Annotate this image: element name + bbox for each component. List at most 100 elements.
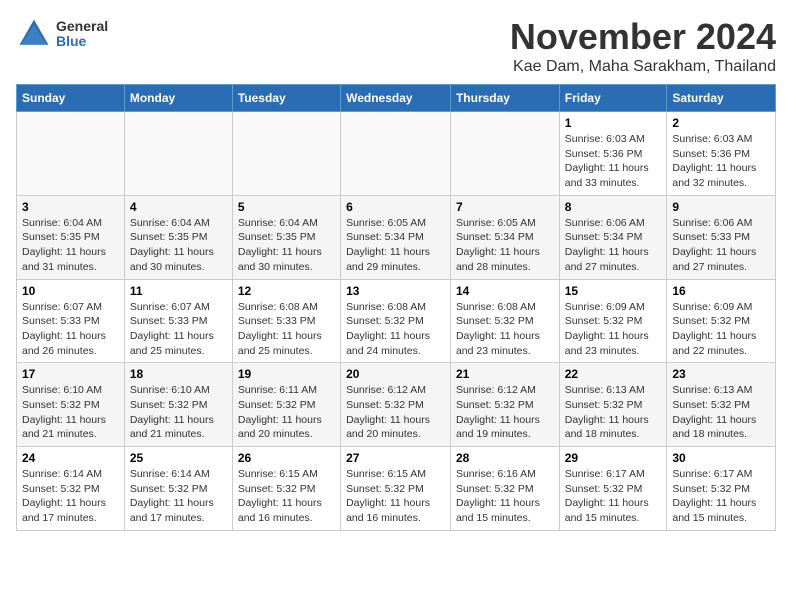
day-info: Sunrise: 6:12 AM Sunset: 5:32 PM Dayligh… [456, 383, 554, 442]
day-number: 17 [22, 367, 119, 381]
calendar-cell: 1 Sunrise: 6:03 AM Sunset: 5:36 PM Daylig… [559, 112, 667, 196]
page-header: General Blue November 2024 Kae Dam, Maha… [16, 16, 776, 76]
logo-text: General Blue [56, 19, 108, 50]
day-info: Sunrise: 6:09 AM Sunset: 5:32 PM Dayligh… [672, 300, 770, 359]
day-number: 20 [346, 367, 445, 381]
calendar-cell: 4 Sunrise: 6:04 AM Sunset: 5:35 PM Daylig… [124, 195, 232, 279]
calendar-week-row: 17 Sunrise: 6:10 AM Sunset: 5:32 PM Dayli… [17, 363, 776, 447]
day-number: 23 [672, 367, 770, 381]
day-info: Sunrise: 6:12 AM Sunset: 5:32 PM Dayligh… [346, 383, 445, 442]
day-number: 15 [565, 284, 662, 298]
calendar-cell: 17 Sunrise: 6:10 AM Sunset: 5:32 PM Dayli… [17, 363, 125, 447]
day-info: Sunrise: 6:08 AM Sunset: 5:32 PM Dayligh… [346, 300, 445, 359]
calendar-cell: 19 Sunrise: 6:11 AM Sunset: 5:32 PM Dayli… [232, 363, 340, 447]
calendar-cell [124, 112, 232, 196]
month-title: November 2024 [510, 16, 776, 58]
calendar-cell: 24 Sunrise: 6:14 AM Sunset: 5:32 PM Dayli… [17, 447, 125, 531]
day-info: Sunrise: 6:07 AM Sunset: 5:33 PM Dayligh… [22, 300, 119, 359]
calendar-cell [341, 112, 451, 196]
calendar-cell: 16 Sunrise: 6:09 AM Sunset: 5:32 PM Dayli… [667, 279, 776, 363]
day-info: Sunrise: 6:15 AM Sunset: 5:32 PM Dayligh… [346, 467, 445, 526]
calendar-col-header: Tuesday [232, 85, 340, 112]
day-info: Sunrise: 6:17 AM Sunset: 5:32 PM Dayligh… [672, 467, 770, 526]
calendar-cell: 27Sunrise: 6:15 AM Sunset: 5:32 PM Dayli… [341, 447, 451, 531]
day-info: Sunrise: 6:03 AM Sunset: 5:36 PM Dayligh… [565, 132, 662, 191]
day-info: Sunrise: 6:11 AM Sunset: 5:32 PM Dayligh… [238, 383, 335, 442]
day-number: 19 [238, 367, 335, 381]
calendar-cell: 10 Sunrise: 6:07 AM Sunset: 5:33 PM Dayli… [17, 279, 125, 363]
calendar-cell: 21 Sunrise: 6:12 AM Sunset: 5:32 PM Dayli… [450, 363, 559, 447]
calendar-week-row: 24 Sunrise: 6:14 AM Sunset: 5:32 PM Dayli… [17, 447, 776, 531]
calendar-cell [232, 112, 340, 196]
calendar-col-header: Thursday [450, 85, 559, 112]
logo-icon [16, 16, 52, 52]
location: Kae Dam, Maha Sarakham, Thailand [510, 58, 776, 76]
day-number: 7 [456, 200, 554, 214]
calendar-week-row: 3 Sunrise: 6:04 AM Sunset: 5:35 PM Daylig… [17, 195, 776, 279]
day-number: 4 [130, 200, 227, 214]
day-number: 13 [346, 284, 445, 298]
calendar-cell: 3 Sunrise: 6:04 AM Sunset: 5:35 PM Daylig… [17, 195, 125, 279]
title-block: November 2024 Kae Dam, Maha Sarakham, Th… [510, 16, 776, 76]
calendar-cell: 29Sunrise: 6:17 AM Sunset: 5:32 PM Dayli… [559, 447, 667, 531]
day-info: Sunrise: 6:15 AM Sunset: 5:32 PM Dayligh… [238, 467, 335, 526]
calendar-cell: 26 Sunrise: 6:15 AM Sunset: 5:32 PM Dayli… [232, 447, 340, 531]
day-number: 26 [238, 451, 335, 465]
calendar-week-row: 1 Sunrise: 6:03 AM Sunset: 5:36 PM Daylig… [17, 112, 776, 196]
day-number: 2 [672, 116, 770, 130]
day-info: Sunrise: 6:10 AM Sunset: 5:32 PM Dayligh… [130, 383, 227, 442]
calendar-cell: 14 Sunrise: 6:08 AM Sunset: 5:32 PM Dayli… [450, 279, 559, 363]
calendar-cell: 20 Sunrise: 6:12 AM Sunset: 5:32 PM Dayli… [341, 363, 451, 447]
calendar-week-row: 10 Sunrise: 6:07 AM Sunset: 5:33 PM Dayli… [17, 279, 776, 363]
day-info: Sunrise: 6:10 AM Sunset: 5:32 PM Dayligh… [22, 383, 119, 442]
day-number: 16 [672, 284, 770, 298]
calendar-cell: 13 Sunrise: 6:08 AM Sunset: 5:32 PM Dayli… [341, 279, 451, 363]
day-info: Sunrise: 6:17 AM Sunset: 5:32 PM Dayligh… [565, 467, 662, 526]
day-number: 18 [130, 367, 227, 381]
logo-blue: Blue [56, 34, 108, 49]
calendar-cell: 2Sunrise: 6:03 AM Sunset: 5:36 PM Daylig… [667, 112, 776, 196]
calendar-cell: 28Sunrise: 6:16 AM Sunset: 5:32 PM Dayli… [450, 447, 559, 531]
day-info: Sunrise: 6:09 AM Sunset: 5:32 PM Dayligh… [565, 300, 662, 359]
calendar-cell: 22 Sunrise: 6:13 AM Sunset: 5:32 PM Dayli… [559, 363, 667, 447]
day-number: 5 [238, 200, 335, 214]
calendar-cell: 9 Sunrise: 6:06 AM Sunset: 5:33 PM Daylig… [667, 195, 776, 279]
logo: General Blue [16, 16, 108, 52]
day-number: 8 [565, 200, 662, 214]
day-info: Sunrise: 6:14 AM Sunset: 5:32 PM Dayligh… [22, 467, 119, 526]
day-info: Sunrise: 6:07 AM Sunset: 5:33 PM Dayligh… [130, 300, 227, 359]
day-number: 22 [565, 367, 662, 381]
day-info: Sunrise: 6:04 AM Sunset: 5:35 PM Dayligh… [130, 216, 227, 275]
day-number: 12 [238, 284, 335, 298]
day-number: 1 [565, 116, 662, 130]
calendar-cell: 18 Sunrise: 6:10 AM Sunset: 5:32 PM Dayli… [124, 363, 232, 447]
calendar-cell [17, 112, 125, 196]
day-info: Sunrise: 6:13 AM Sunset: 5:32 PM Dayligh… [672, 383, 770, 442]
day-info: Sunrise: 6:05 AM Sunset: 5:34 PM Dayligh… [346, 216, 445, 275]
day-info: Sunrise: 6:04 AM Sunset: 5:35 PM Dayligh… [238, 216, 335, 275]
calendar-header-row: SundayMondayTuesdayWednesdayThursdayFrid… [17, 85, 776, 112]
calendar-table: SundayMondayTuesdayWednesdayThursdayFrid… [16, 84, 776, 531]
day-number: 21 [456, 367, 554, 381]
calendar-cell: 30Sunrise: 6:17 AM Sunset: 5:32 PM Dayli… [667, 447, 776, 531]
day-info: Sunrise: 6:04 AM Sunset: 5:35 PM Dayligh… [22, 216, 119, 275]
calendar-cell: 6 Sunrise: 6:05 AM Sunset: 5:34 PM Daylig… [341, 195, 451, 279]
day-number: 3 [22, 200, 119, 214]
day-number: 9 [672, 200, 770, 214]
day-info: Sunrise: 6:08 AM Sunset: 5:33 PM Dayligh… [238, 300, 335, 359]
calendar-cell: 7Sunrise: 6:05 AM Sunset: 5:34 PM Daylig… [450, 195, 559, 279]
day-info: Sunrise: 6:13 AM Sunset: 5:32 PM Dayligh… [565, 383, 662, 442]
day-info: Sunrise: 6:16 AM Sunset: 5:32 PM Dayligh… [456, 467, 554, 526]
calendar-col-header: Saturday [667, 85, 776, 112]
day-info: Sunrise: 6:08 AM Sunset: 5:32 PM Dayligh… [456, 300, 554, 359]
calendar-cell: 8Sunrise: 6:06 AM Sunset: 5:34 PM Daylig… [559, 195, 667, 279]
calendar-col-header: Wednesday [341, 85, 451, 112]
day-number: 14 [456, 284, 554, 298]
day-number: 11 [130, 284, 227, 298]
day-number: 10 [22, 284, 119, 298]
calendar-col-header: Monday [124, 85, 232, 112]
day-info: Sunrise: 6:14 AM Sunset: 5:32 PM Dayligh… [130, 467, 227, 526]
day-info: Sunrise: 6:06 AM Sunset: 5:33 PM Dayligh… [672, 216, 770, 275]
day-number: 24 [22, 451, 119, 465]
day-number: 6 [346, 200, 445, 214]
